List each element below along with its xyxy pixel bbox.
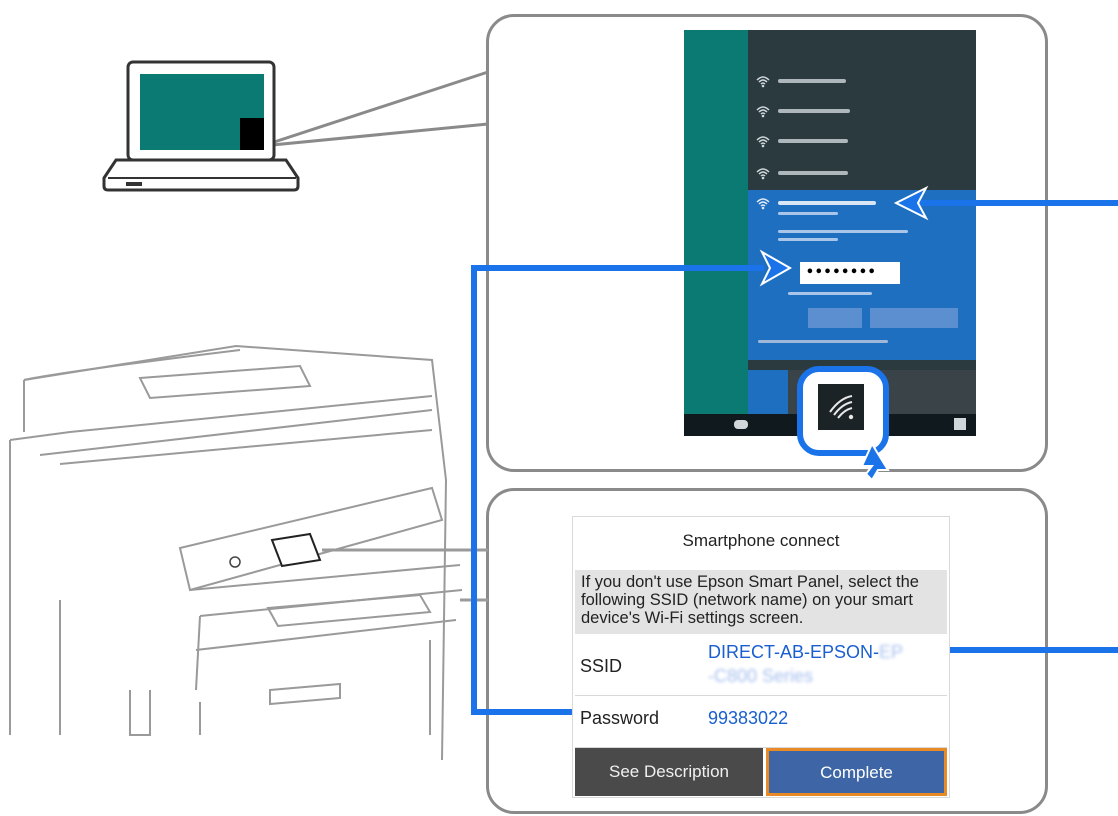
arrow-layer — [471, 185, 1118, 715]
password-label: Password — [580, 708, 660, 728]
dialog-title: Smartphone connect — [682, 531, 840, 550]
mouse-cursor-icon — [860, 441, 890, 482]
complete-button[interactable]: Complete — [766, 748, 947, 796]
password-value: 99383022 — [708, 708, 789, 728]
see-description-button[interactable]: See Description — [575, 748, 763, 796]
arrow-to-selected-network — [893, 185, 1118, 221]
ssid-value-line1: DIRECT-AB-EPSON- — [708, 642, 880, 662]
ssid-value-line1-obscured: EP — [879, 642, 904, 662]
ssid-value-line2: -C800 Series — [708, 666, 814, 686]
ssid-label: SSID — [580, 656, 623, 676]
ssid-value: DIRECT-AB-EPSON-EP — [708, 642, 903, 663]
info-text: If you don't use Epson Smart Panel, sele… — [575, 570, 947, 634]
